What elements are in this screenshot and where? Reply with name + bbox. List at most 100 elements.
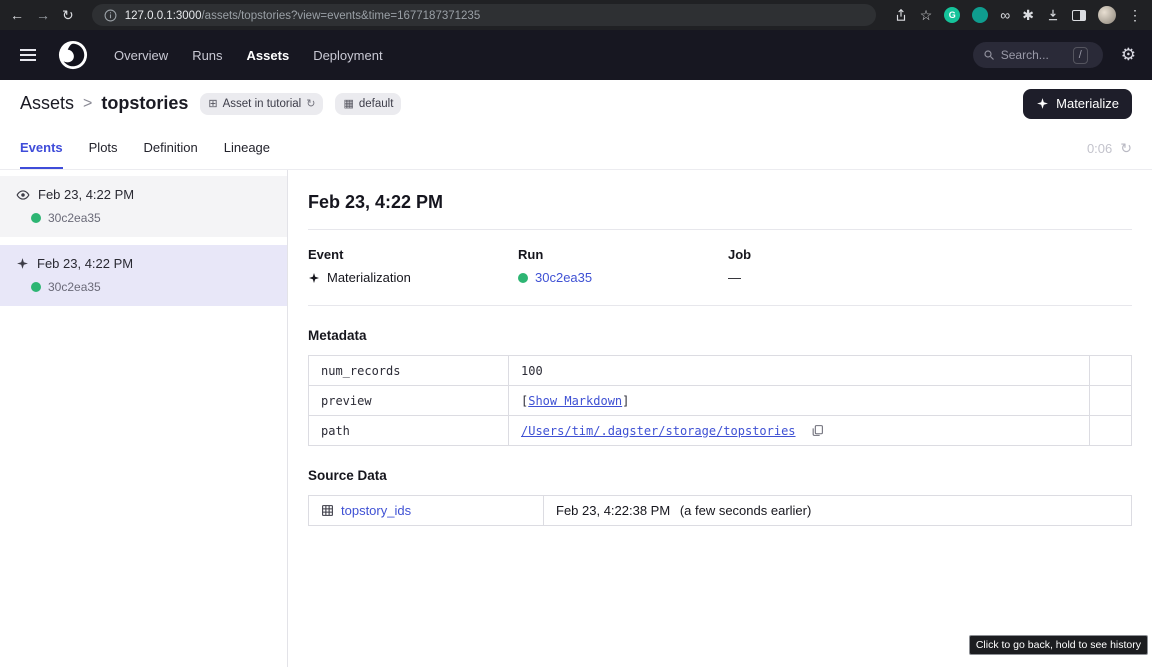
metadata-value: /Users/tim/.dagster/storage/topstories <box>509 416 1090 446</box>
show-markdown-link[interactable]: Show Markdown <box>528 394 622 408</box>
url-path: /assets/topstories?view=events&time=1677… <box>201 10 480 22</box>
job-column: Job — <box>728 247 938 285</box>
event-list-item-materialization[interactable]: Feb 23, 4:22 PM 30c2ea35 <box>0 245 287 306</box>
nav-item-assets[interactable]: Assets <box>247 48 290 63</box>
hamburger-menu-icon[interactable] <box>16 45 40 65</box>
avatar[interactable] <box>1098 6 1116 24</box>
metadata-value: 100 <box>509 356 1090 386</box>
metadata-value: [Show Markdown] <box>509 386 1090 416</box>
primary-nav: Overview Runs Assets Deployment <box>114 48 383 63</box>
event-list-sidebar: Feb 23, 4:22 PM 30c2ea35 Feb 23, 4:22 PM… <box>0 170 288 667</box>
refresh-timer: 0:06 <box>1087 141 1112 156</box>
path-link[interactable]: /Users/tim/.dagster/storage/topstories <box>521 424 796 438</box>
info-icon[interactable] <box>104 9 117 22</box>
materialization-icon <box>16 257 29 270</box>
run-status-dot <box>31 213 41 223</box>
tab-lineage[interactable]: Lineage <box>224 140 270 169</box>
source-data-heading: Source Data <box>308 468 1132 483</box>
group-grid-icon: ▦ <box>343 97 353 110</box>
eye-icon <box>16 188 30 202</box>
asset-tabs: Events Plots Definition Lineage 0:06 ↻ <box>0 127 1152 170</box>
metadata-key: num_records <box>309 356 509 386</box>
search-shortcut-key: / <box>1073 47 1088 64</box>
search-icon <box>983 49 995 61</box>
bookmark-star-icon[interactable]: ☆ <box>920 8 933 22</box>
run-link[interactable]: 30c2ea35 <box>535 270 592 285</box>
page-title: topstories <box>101 93 188 114</box>
event-time: Feb 23, 4:22 PM <box>37 256 133 271</box>
asset-group-chip-tutorial[interactable]: ⊞ Asset in tutorial ↻ <box>200 93 323 115</box>
source-asset-link[interactable]: topstory_ids <box>341 503 411 518</box>
dagster-logo <box>58 40 88 70</box>
table-grid-icon <box>321 504 334 517</box>
back-icon[interactable]: ← <box>10 8 24 22</box>
table-row: path /Users/tim/.dagster/storage/topstor… <box>309 416 1132 446</box>
content-area: Feb 23, 4:22 PM 30c2ea35 Feb 23, 4:22 PM… <box>0 170 1152 667</box>
breadcrumb-separator: > <box>83 95 92 113</box>
event-column: Event Materialization <box>308 247 518 285</box>
materialize-sparkle-icon <box>1036 97 1049 110</box>
event-detail-title: Feb 23, 4:22 PM <box>308 192 1132 213</box>
extension-icon-1[interactable]: G <box>944 7 960 23</box>
materialize-button[interactable]: Materialize <box>1023 89 1132 119</box>
grid-icon: ⊞ <box>208 97 217 110</box>
event-detail-panel: Feb 23, 4:22 PM Event Materialization Ru… <box>288 170 1152 667</box>
share-icon[interactable] <box>894 8 908 23</box>
run-id: 30c2ea35 <box>48 280 101 294</box>
metadata-heading: Metadata <box>308 328 1132 343</box>
nav-item-overview[interactable]: Overview <box>114 48 168 63</box>
run-id: 30c2ea35 <box>48 211 101 225</box>
table-row: num_records 100 <box>309 356 1132 386</box>
tab-plots[interactable]: Plots <box>89 140 118 169</box>
extension-icon-3[interactable]: ✱ <box>1022 8 1034 22</box>
tab-events[interactable]: Events <box>20 140 63 169</box>
table-row: preview [Show Markdown] <box>309 386 1132 416</box>
browser-back-tooltip: Click to go back, hold to see history <box>969 635 1148 655</box>
nav-item-runs[interactable]: Runs <box>192 48 222 63</box>
extension-icon-2[interactable] <box>972 7 988 23</box>
source-data-table: topstory_ids Feb 23, 4:22:38 PM (a few s… <box>308 495 1132 526</box>
bracket: ] <box>622 394 629 408</box>
search-box[interactable]: / <box>973 42 1103 68</box>
browser-chrome: ← → ↻ 127.0.0.1:3000/assets/topstories?v… <box>0 0 1152 30</box>
reload-definitions-icon[interactable]: ↻ <box>306 97 315 110</box>
event-type-value: Materialization <box>327 270 411 285</box>
run-column: Run 30c2ea35 <box>518 247 728 285</box>
materialization-icon <box>308 272 320 284</box>
event-column-label: Event <box>308 247 518 262</box>
run-column-label: Run <box>518 247 728 262</box>
side-panel-icon[interactable] <box>1072 10 1086 21</box>
run-status-dot <box>31 282 41 292</box>
copy-icon[interactable] <box>811 424 824 437</box>
gear-icon[interactable]: ⚙ <box>1121 45 1136 65</box>
materialize-label: Materialize <box>1056 96 1119 111</box>
source-note: (a few seconds earlier) <box>680 503 812 518</box>
job-value: — <box>728 270 741 285</box>
breadcrumb-assets[interactable]: Assets <box>20 93 74 114</box>
table-row: topstory_ids Feb 23, 4:22:38 PM (a few s… <box>309 496 1132 526</box>
nav-item-deployment[interactable]: Deployment <box>313 48 382 63</box>
download-icon[interactable] <box>1046 8 1060 22</box>
app-header: Overview Runs Assets Deployment / ⚙ <box>0 30 1152 80</box>
forward-icon[interactable]: → <box>36 8 50 22</box>
tab-definition[interactable]: Definition <box>144 140 198 169</box>
extension-infinity-icon[interactable]: ∞ <box>1000 8 1010 22</box>
reload-icon[interactable]: ↻ <box>62 8 74 22</box>
event-list-item-observation[interactable]: Feb 23, 4:22 PM 30c2ea35 <box>0 176 287 237</box>
refresh-icon[interactable]: ↻ <box>1120 140 1132 157</box>
metadata-table: num_records 100 preview [Show Markdown] … <box>308 355 1132 446</box>
job-column-label: Job <box>728 247 938 262</box>
search-input[interactable] <box>1001 48 1067 62</box>
browser-menu-icon[interactable]: ⋮ <box>1128 8 1142 22</box>
run-status-dot <box>518 273 528 283</box>
chip-label: Asset in tutorial <box>223 98 302 110</box>
chip-label: default <box>359 98 394 110</box>
metadata-key: path <box>309 416 509 446</box>
metadata-key: preview <box>309 386 509 416</box>
source-time: Feb 23, 4:22:38 PM <box>556 503 670 518</box>
event-time: Feb 23, 4:22 PM <box>38 187 134 202</box>
url-bar[interactable]: 127.0.0.1:3000/assets/topstories?view=ev… <box>92 4 876 26</box>
asset-page-header: Assets > topstories ⊞ Asset in tutorial … <box>0 80 1152 127</box>
asset-group-chip-default[interactable]: ▦ default <box>335 93 401 115</box>
url-host: 127.0.0.1:3000 <box>125 10 202 22</box>
